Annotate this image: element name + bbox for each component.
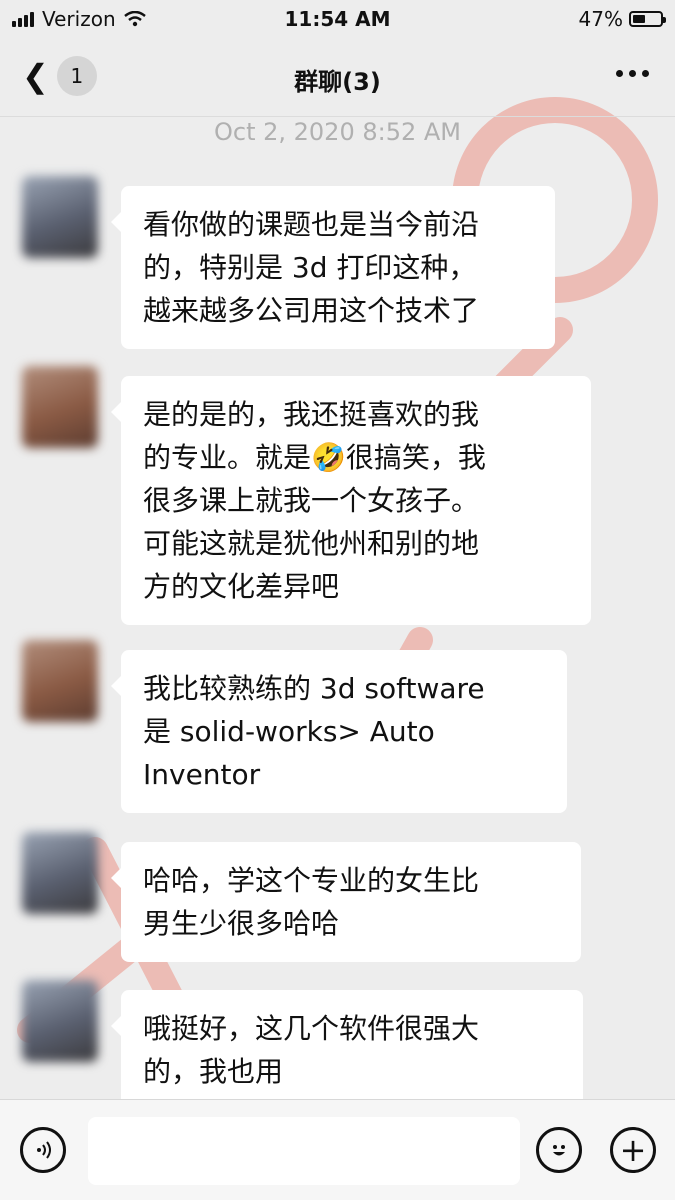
message-bubble: 哦挺好，这几个软件很强大 的，我也用 [111,990,583,1110]
avatar[interactable] [22,176,98,258]
more-options-button[interactable] [616,70,649,77]
battery-percent-label: 47% [578,7,623,31]
avatar[interactable] [22,366,98,448]
clock-label: 11:54 AM [284,7,391,31]
more-dots-icon [616,70,623,77]
input-bar: + [0,1099,675,1200]
message-bubble: 我比较熟练的 3d software 是 solid-works> Auto I… [111,650,567,813]
chat-header: ❮ 1 群聊(3) [0,40,675,117]
status-bar: Verizon 11:54 AM 47% [0,0,675,40]
avatar[interactable] [22,832,98,914]
chat-timestamp: Oct 2, 2020 8:52 AM [213,118,461,146]
chat-title: 群聊(3) [294,68,381,96]
voice-button[interactable] [20,1127,66,1173]
plus-button[interactable]: + [610,1127,656,1173]
message-bubble: 看你做的课题也是当今前沿 的，特别是 3d 打印这种， 越来越多公司用这个技术了 [111,186,555,349]
voice-icon [37,1141,51,1159]
emoji-icon [553,1145,565,1156]
emoji-button[interactable] [536,1127,582,1173]
avatar[interactable] [22,640,98,722]
message-bubble: 是的是的，我还挺喜欢的我 的专业。就是🤣很搞笑，我 很多课上就我一个女孩子。 可… [111,376,591,625]
avatar[interactable] [22,980,98,1062]
message-bubble: 哈哈，学这个专业的女生比 男生少很多哈哈 [111,842,581,962]
message-input[interactable] [88,1117,520,1185]
plus-icon: + [619,1131,647,1169]
battery-icon [629,11,666,27]
